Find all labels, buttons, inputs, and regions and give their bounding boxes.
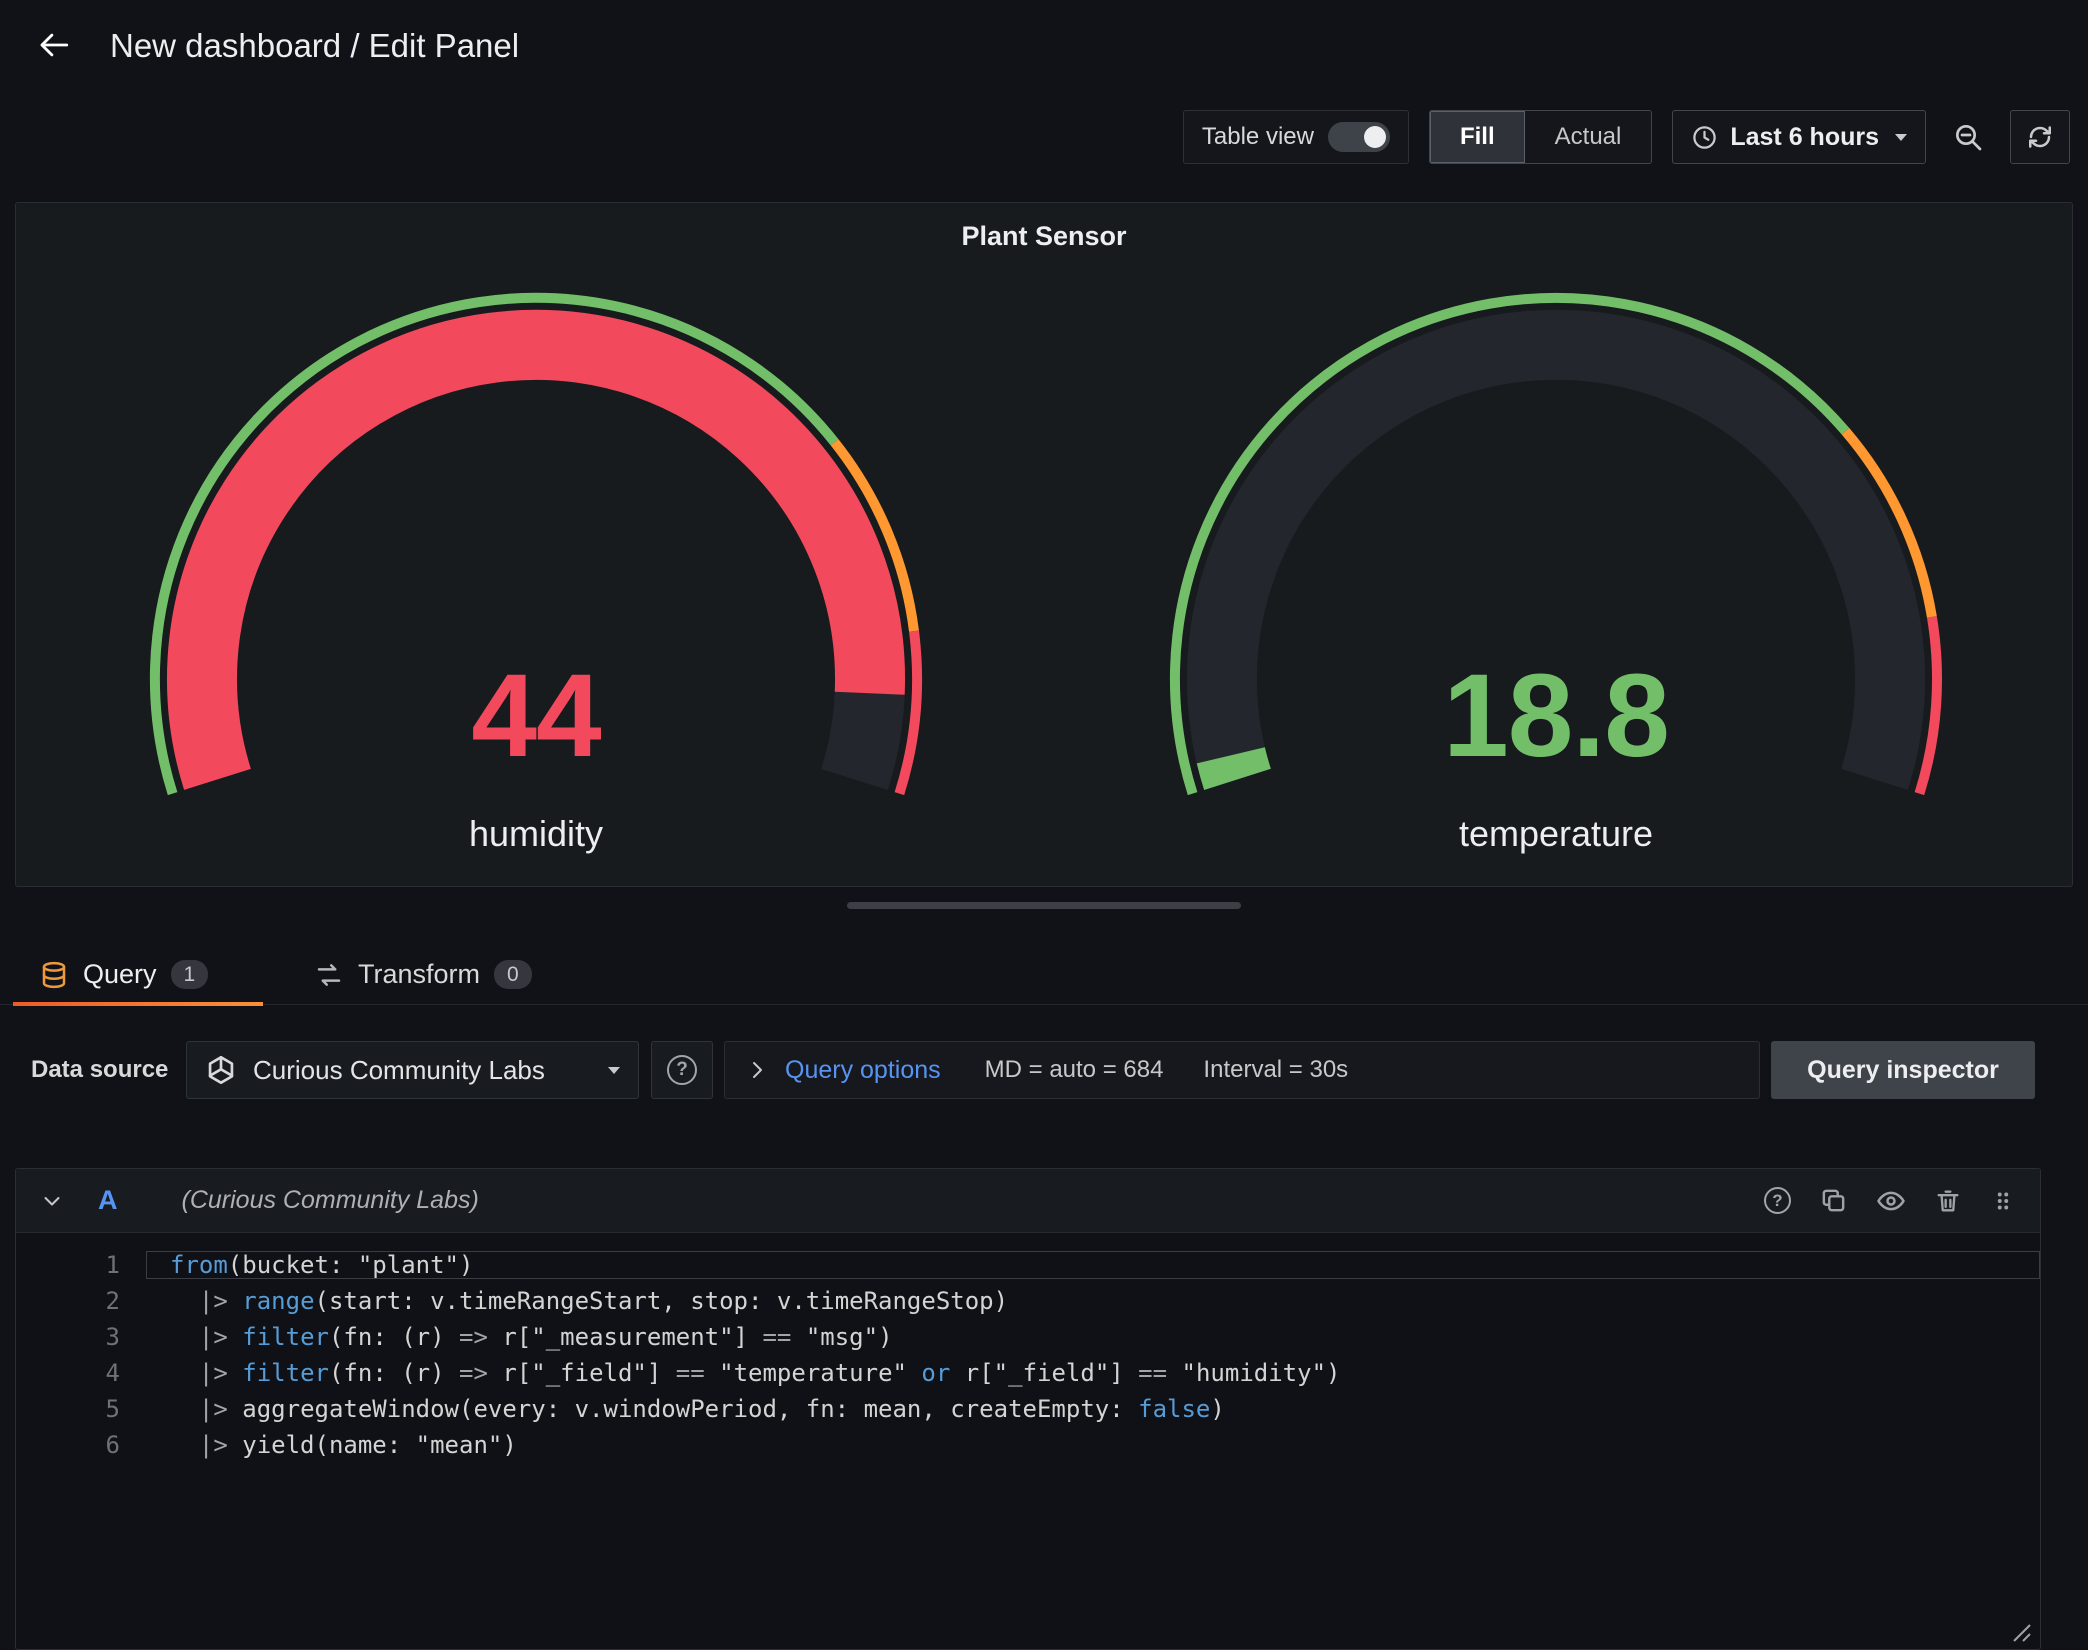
code-text: |> aggregateWindow(every: v.windowPeriod… bbox=[146, 1395, 2040, 1423]
actual-button[interactable]: Actual bbox=[1525, 111, 1652, 163]
query-help-button[interactable]: ? bbox=[1764, 1187, 1791, 1214]
panel-resize-handle[interactable] bbox=[847, 902, 1241, 909]
line-number: 1 bbox=[16, 1251, 146, 1279]
clock-icon bbox=[1691, 124, 1718, 151]
drag-dots-icon bbox=[1990, 1187, 2016, 1215]
back-arrow-icon bbox=[34, 28, 74, 62]
line-number: 3 bbox=[16, 1323, 146, 1351]
datasource-name: Curious Community Labs bbox=[253, 1055, 545, 1086]
table-view-control[interactable]: Table view bbox=[1183, 110, 1409, 164]
transform-icon bbox=[314, 960, 344, 990]
code-line-4[interactable]: 4 |> filter(fn: (r) => r["_field"] == "t… bbox=[16, 1355, 2040, 1391]
datasource-cube-icon bbox=[205, 1054, 237, 1086]
temperature-gauge-text: 18.8 temperature bbox=[1156, 656, 1956, 856]
help-icon: ? bbox=[667, 1055, 697, 1085]
gauge-label: humidity bbox=[136, 812, 936, 856]
caret-down-icon bbox=[1895, 134, 1907, 141]
datasource-picker[interactable]: Curious Community Labs bbox=[186, 1041, 639, 1099]
query-ref-id: A bbox=[98, 1185, 118, 1216]
panel-title: Plant Sensor bbox=[16, 221, 2072, 252]
grafana-edit-panel-page: New dashboard / Edit Panel Table view Fi… bbox=[0, 0, 2088, 1650]
query-datasource-hint: (Curious Community Labs) bbox=[182, 1186, 479, 1215]
code-line-5[interactable]: 5 |> aggregateWindow(every: v.windowPeri… bbox=[16, 1391, 2040, 1427]
gauge-value: 18.8 bbox=[1156, 656, 1956, 776]
datasource-help-button[interactable]: ? bbox=[651, 1041, 713, 1099]
datasource-row: Data source Curious Community Labs ? Que… bbox=[0, 1041, 2088, 1099]
help-icon: ? bbox=[1764, 1187, 1791, 1214]
duplicate-query-button[interactable] bbox=[1819, 1186, 1848, 1215]
time-range-picker[interactable]: Last 6 hours bbox=[1672, 110, 1926, 164]
tab-transform-count: 0 bbox=[494, 960, 532, 989]
time-range-label: Last 6 hours bbox=[1730, 123, 1879, 152]
code-text: |> filter(fn: (r) => r["_measurement"] =… bbox=[146, 1323, 2040, 1351]
code-line-2[interactable]: 2 |> range(start: v.timeRangeStart, stop… bbox=[16, 1283, 2040, 1319]
line-number: 2 bbox=[16, 1287, 146, 1315]
app-header: New dashboard / Edit Panel bbox=[0, 0, 2088, 92]
code-text: |> range(start: v.timeRangeStart, stop: … bbox=[146, 1287, 2040, 1315]
table-view-label: Table view bbox=[1202, 123, 1314, 151]
eye-icon bbox=[1876, 1186, 1906, 1216]
chevron-right-icon[interactable] bbox=[745, 1058, 769, 1082]
datasource-label: Data source bbox=[31, 1041, 168, 1099]
drag-query-handle[interactable] bbox=[1990, 1187, 2016, 1215]
humidity-gauge-text: 44 humidity bbox=[136, 656, 936, 856]
line-number: 5 bbox=[16, 1395, 146, 1423]
fill-actual-group: Fill Actual bbox=[1429, 110, 1652, 164]
switch-knob bbox=[1364, 126, 1386, 148]
query-options-bar: Query options MD = auto = 684 Interval =… bbox=[724, 1041, 1760, 1099]
editor-resize-handle[interactable] bbox=[2004, 1615, 2032, 1643]
tab-transform-label: Transform bbox=[358, 959, 480, 990]
code-lines: 1from(bucket: "plant")2 |> range(start: … bbox=[16, 1247, 2040, 1463]
refresh-icon bbox=[2025, 122, 2055, 152]
max-data-points-text: MD = auto = 684 bbox=[985, 1056, 1164, 1084]
line-number: 4 bbox=[16, 1359, 146, 1387]
copy-icon bbox=[1819, 1186, 1848, 1215]
code-text: |> filter(fn: (r) => r["_field"] == "tem… bbox=[146, 1359, 2040, 1387]
query-options-link[interactable]: Query options bbox=[785, 1056, 941, 1085]
code-text: |> yield(name: "mean") bbox=[146, 1431, 2040, 1459]
tab-query[interactable]: Query 1 bbox=[13, 944, 263, 1005]
tab-transform[interactable]: Transform 0 bbox=[288, 944, 558, 1005]
caret-down-icon bbox=[608, 1067, 620, 1074]
page-title: New dashboard / Edit Panel bbox=[110, 24, 519, 68]
query-row-header[interactable]: A (Curious Community Labs) ? bbox=[16, 1169, 2040, 1233]
editor-tabs: Query 1 Transform 0 bbox=[0, 944, 2088, 1005]
panel-toolbar: Table view Fill Actual Last 6 hours bbox=[1183, 110, 2070, 164]
flux-code-editor[interactable]: 1from(bucket: "plant")2 |> range(start: … bbox=[16, 1233, 2040, 1650]
database-icon bbox=[39, 960, 69, 990]
zoom-out-button[interactable] bbox=[1946, 110, 1990, 164]
line-number: 6 bbox=[16, 1431, 146, 1459]
tab-query-label: Query bbox=[83, 959, 157, 990]
fill-button[interactable]: Fill bbox=[1430, 111, 1525, 163]
table-view-switch[interactable] bbox=[1328, 122, 1390, 152]
tab-query-count: 1 bbox=[171, 960, 209, 989]
gauge-label: temperature bbox=[1156, 812, 1956, 856]
gauge-panel[interactable]: Plant Sensor 44 humidity 18.8 temperatur… bbox=[15, 202, 2073, 887]
toggle-query-visibility-button[interactable] bbox=[1876, 1186, 1906, 1216]
query-actions: ? bbox=[1764, 1186, 2016, 1216]
remove-query-button[interactable] bbox=[1934, 1187, 1962, 1215]
query-inspector-button[interactable]: Query inspector bbox=[1771, 1041, 2035, 1099]
interval-text: Interval = 30s bbox=[1203, 1056, 1348, 1084]
code-line-3[interactable]: 3 |> filter(fn: (r) => r["_measurement"]… bbox=[16, 1319, 2040, 1355]
back-button[interactable] bbox=[30, 24, 78, 68]
code-line-1[interactable]: 1from(bucket: "plant") bbox=[16, 1247, 2040, 1283]
query-editor-card: A (Curious Community Labs) ? bbox=[15, 1168, 2041, 1650]
trash-icon bbox=[1934, 1187, 1962, 1215]
magnifier-minus-icon bbox=[1952, 121, 1984, 153]
gauge-value: 44 bbox=[136, 656, 936, 776]
refresh-button[interactable] bbox=[2010, 110, 2070, 164]
code-line-6[interactable]: 6 |> yield(name: "mean") bbox=[16, 1427, 2040, 1463]
collapse-chevron-icon[interactable] bbox=[40, 1189, 64, 1213]
code-text: from(bucket: "plant") bbox=[146, 1251, 2040, 1279]
